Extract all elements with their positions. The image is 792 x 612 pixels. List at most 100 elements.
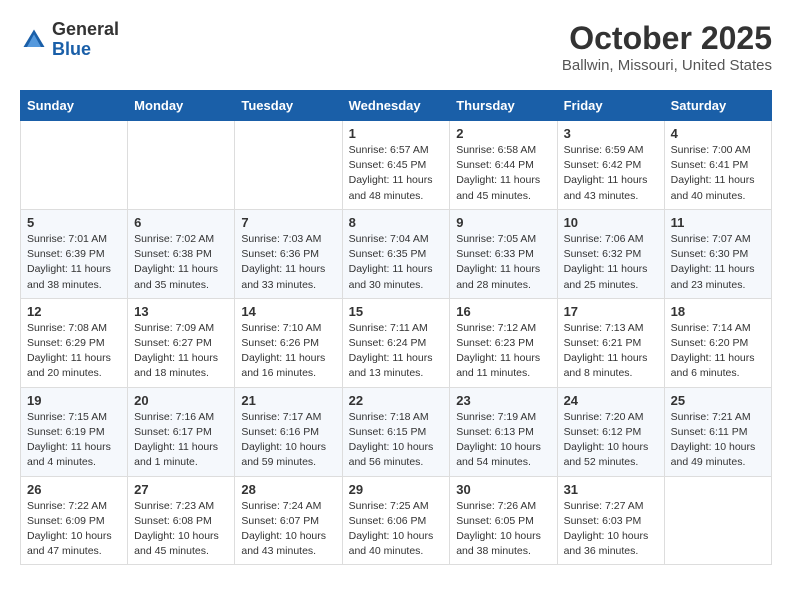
calendar-row-5: 26 Sunrise: 7:22 AM Sunset: 6:09 PM Dayli… — [21, 476, 772, 565]
day-number: 12 — [27, 304, 121, 319]
calendar-cell: 26 Sunrise: 7:22 AM Sunset: 6:09 PM Dayli… — [21, 476, 128, 565]
calendar-cell — [235, 121, 342, 210]
calendar-cell: 3 Sunrise: 6:59 AM Sunset: 6:42 PM Daylig… — [557, 121, 664, 210]
day-info: Sunrise: 7:26 AM Sunset: 6:05 PM Dayligh… — [456, 499, 550, 560]
calendar-table: SundayMondayTuesdayWednesdayThursdayFrid… — [20, 90, 772, 565]
day-info: Sunrise: 7:24 AM Sunset: 6:07 PM Dayligh… — [241, 499, 335, 560]
weekday-header-tuesday: Tuesday — [235, 91, 342, 121]
day-number: 22 — [349, 393, 444, 408]
day-info: Sunrise: 7:11 AM Sunset: 6:24 PM Dayligh… — [349, 321, 444, 382]
day-number: 24 — [564, 393, 658, 408]
calendar-cell: 9 Sunrise: 7:05 AM Sunset: 6:33 PM Daylig… — [450, 209, 557, 298]
calendar-cell: 1 Sunrise: 6:57 AM Sunset: 6:45 PM Daylig… — [342, 121, 450, 210]
day-number: 16 — [456, 304, 550, 319]
day-info: Sunrise: 6:59 AM Sunset: 6:42 PM Dayligh… — [564, 143, 658, 204]
title-area: October 2025 Ballwin, Missouri, United S… — [562, 20, 772, 74]
day-info: Sunrise: 7:25 AM Sunset: 6:06 PM Dayligh… — [349, 499, 444, 560]
calendar-cell: 19 Sunrise: 7:15 AM Sunset: 6:19 PM Dayli… — [21, 387, 128, 476]
calendar-row-4: 19 Sunrise: 7:15 AM Sunset: 6:19 PM Dayli… — [21, 387, 772, 476]
calendar-row-1: 1 Sunrise: 6:57 AM Sunset: 6:45 PM Daylig… — [21, 121, 772, 210]
calendar-cell: 15 Sunrise: 7:11 AM Sunset: 6:24 PM Dayli… — [342, 298, 450, 387]
day-info: Sunrise: 7:15 AM Sunset: 6:19 PM Dayligh… — [27, 410, 121, 471]
calendar-cell: 12 Sunrise: 7:08 AM Sunset: 6:29 PM Dayli… — [21, 298, 128, 387]
day-info: Sunrise: 7:03 AM Sunset: 6:36 PM Dayligh… — [241, 232, 335, 293]
day-info: Sunrise: 7:05 AM Sunset: 6:33 PM Dayligh… — [456, 232, 550, 293]
day-info: Sunrise: 7:00 AM Sunset: 6:41 PM Dayligh… — [671, 143, 765, 204]
day-number: 25 — [671, 393, 765, 408]
day-info: Sunrise: 7:08 AM Sunset: 6:29 PM Dayligh… — [27, 321, 121, 382]
weekday-header-thursday: Thursday — [450, 91, 557, 121]
day-number: 30 — [456, 482, 550, 497]
calendar-cell: 29 Sunrise: 7:25 AM Sunset: 6:06 PM Dayli… — [342, 476, 450, 565]
day-info: Sunrise: 7:17 AM Sunset: 6:16 PM Dayligh… — [241, 410, 335, 471]
calendar-cell: 22 Sunrise: 7:18 AM Sunset: 6:15 PM Dayli… — [342, 387, 450, 476]
day-number: 21 — [241, 393, 335, 408]
day-info: Sunrise: 7:12 AM Sunset: 6:23 PM Dayligh… — [456, 321, 550, 382]
calendar-cell: 13Sunrise: 7:09 AM Sunset: 6:27 PM Dayli… — [128, 298, 235, 387]
logo: General Blue — [20, 20, 119, 60]
day-number: 19 — [27, 393, 121, 408]
day-number: 29 — [349, 482, 444, 497]
day-info: Sunrise: 6:58 AM Sunset: 6:44 PM Dayligh… — [456, 143, 550, 204]
day-number: 10 — [564, 215, 658, 230]
day-info: Sunrise: 7:27 AM Sunset: 6:03 PM Dayligh… — [564, 499, 658, 560]
day-info: Sunrise: 7:20 AM Sunset: 6:12 PM Dayligh… — [564, 410, 658, 471]
logo-blue: Blue — [52, 40, 119, 60]
day-number: 31 — [564, 482, 658, 497]
calendar-cell: 16 Sunrise: 7:12 AM Sunset: 6:23 PM Dayli… — [450, 298, 557, 387]
calendar-cell: 21 Sunrise: 7:17 AM Sunset: 6:16 PM Dayli… — [235, 387, 342, 476]
calendar-cell: 11 Sunrise: 7:07 AM Sunset: 6:30 PM Dayli… — [664, 209, 771, 298]
day-info: Sunrise: 7:22 AM Sunset: 6:09 PM Dayligh… — [27, 499, 121, 560]
day-info: Sunrise: 6:57 AM Sunset: 6:45 PM Dayligh… — [349, 143, 444, 204]
calendar-cell: 8Sunrise: 7:04 AM Sunset: 6:35 PM Daylig… — [342, 209, 450, 298]
day-number: 11 — [671, 215, 765, 230]
day-info: Sunrise: 7:02 AM Sunset: 6:38 PM Dayligh… — [134, 232, 228, 293]
calendar-header: General Blue October 2025 Ballwin, Misso… — [20, 20, 772, 74]
day-number: 27 — [134, 482, 228, 497]
weekday-header-wednesday: Wednesday — [342, 91, 450, 121]
weekday-header-row: SundayMondayTuesdayWednesdayThursdayFrid… — [21, 91, 772, 121]
calendar-cell: 25Sunrise: 7:21 AM Sunset: 6:11 PM Dayli… — [664, 387, 771, 476]
day-info: Sunrise: 7:13 AM Sunset: 6:21 PM Dayligh… — [564, 321, 658, 382]
day-info: Sunrise: 7:07 AM Sunset: 6:30 PM Dayligh… — [671, 232, 765, 293]
day-info: Sunrise: 7:04 AM Sunset: 6:35 PM Dayligh… — [349, 232, 444, 293]
day-number: 15 — [349, 304, 444, 319]
weekday-header-monday: Monday — [128, 91, 235, 121]
day-info: Sunrise: 7:19 AM Sunset: 6:13 PM Dayligh… — [456, 410, 550, 471]
calendar-cell: 30 Sunrise: 7:26 AM Sunset: 6:05 PM Dayli… — [450, 476, 557, 565]
calendar-title: October 2025 — [562, 20, 772, 57]
calendar-cell — [664, 476, 771, 565]
day-number: 26 — [27, 482, 121, 497]
day-number: 20 — [134, 393, 228, 408]
logo-general: General — [52, 20, 119, 40]
calendar-row-3: 12 Sunrise: 7:08 AM Sunset: 6:29 PM Dayli… — [21, 298, 772, 387]
day-number: 1 — [349, 126, 444, 141]
calendar-cell: 7 Sunrise: 7:03 AM Sunset: 6:36 PM Daylig… — [235, 209, 342, 298]
calendar-cell: 10Sunrise: 7:06 AM Sunset: 6:32 PM Dayli… — [557, 209, 664, 298]
calendar-cell: 20 Sunrise: 7:16 AM Sunset: 6:17 PM Dayli… — [128, 387, 235, 476]
calendar-cell: 17 Sunrise: 7:13 AM Sunset: 6:21 PM Dayli… — [557, 298, 664, 387]
calendar-cell: 31 Sunrise: 7:27 AM Sunset: 6:03 PM Dayli… — [557, 476, 664, 565]
weekday-header-friday: Friday — [557, 91, 664, 121]
calendar-cell: 4 Sunrise: 7:00 AM Sunset: 6:41 PM Daylig… — [664, 121, 771, 210]
day-number: 17 — [564, 304, 658, 319]
day-number: 9 — [456, 215, 550, 230]
day-number: 3 — [564, 126, 658, 141]
calendar-cell: 24 Sunrise: 7:20 AM Sunset: 6:12 PM Dayli… — [557, 387, 664, 476]
day-number: 4 — [671, 126, 765, 141]
day-info: Sunrise: 7:16 AM Sunset: 6:17 PM Dayligh… — [134, 410, 228, 471]
day-info: Sunrise: 7:18 AM Sunset: 6:15 PM Dayligh… — [349, 410, 444, 471]
calendar-cell: 23Sunrise: 7:19 AM Sunset: 6:13 PM Dayli… — [450, 387, 557, 476]
weekday-header-sunday: Sunday — [21, 91, 128, 121]
calendar-cell: 2Sunrise: 6:58 AM Sunset: 6:44 PM Daylig… — [450, 121, 557, 210]
day-info: Sunrise: 7:09 AM Sunset: 6:27 PM Dayligh… — [134, 321, 228, 382]
calendar-cell: 27Sunrise: 7:23 AM Sunset: 6:08 PM Dayli… — [128, 476, 235, 565]
day-number: 14 — [241, 304, 335, 319]
calendar-cell: 14 Sunrise: 7:10 AM Sunset: 6:26 PM Dayli… — [235, 298, 342, 387]
day-info: Sunrise: 7:01 AM Sunset: 6:39 PM Dayligh… — [27, 232, 121, 293]
day-number: 18 — [671, 304, 765, 319]
day-number: 7 — [241, 215, 335, 230]
day-info: Sunrise: 7:10 AM Sunset: 6:26 PM Dayligh… — [241, 321, 335, 382]
calendar-cell — [128, 121, 235, 210]
calendar-cell: 5Sunrise: 7:01 AM Sunset: 6:39 PM Daylig… — [21, 209, 128, 298]
